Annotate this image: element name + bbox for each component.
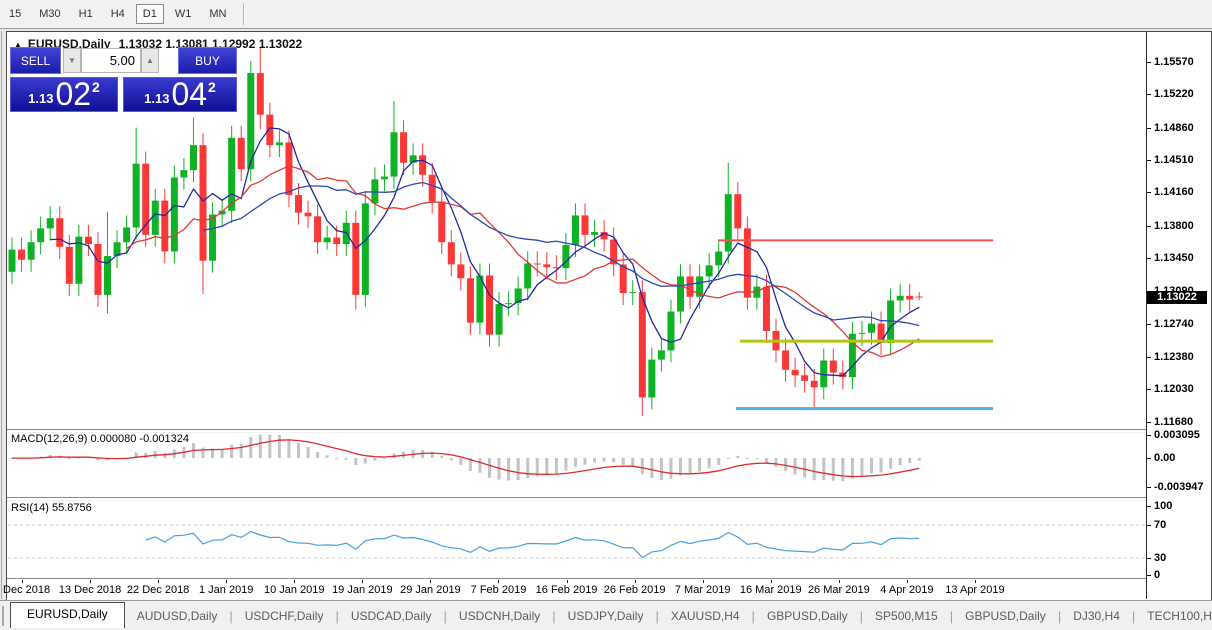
time-axis-tick	[838, 580, 840, 583]
current-price-badge: 1.13022	[1147, 290, 1207, 304]
price-axis-tick	[1147, 192, 1151, 194]
mt4-workspace: 15 M30 H1 H4 D1 W1 MN ▲ EURUSD,Daily 1.13032 1…	[0, 0, 1212, 630]
time-axis-tick	[770, 580, 772, 583]
price-axis-tick	[1147, 323, 1151, 325]
price-axis-label: 1.15570	[1154, 56, 1194, 68]
time-axis-tick	[158, 580, 160, 583]
pane-separator[interactable]	[7, 497, 1210, 501]
time-axis[interactable]: 4 Dec 201813 Dec 201822 Dec 20181 Jan 20…	[0, 580, 1146, 599]
sell-button[interactable]: SELL	[10, 47, 61, 74]
timeframe-button-m30[interactable]: M30	[32, 4, 67, 24]
toolbar-separator	[243, 3, 246, 25]
time-axis-tick	[702, 580, 704, 583]
timeframe-button-w1[interactable]: W1	[168, 4, 199, 24]
chart-tab-sp500-m15[interactable]: SP500,M15	[863, 605, 950, 627]
rsi-axis-label: 100	[1154, 500, 1173, 512]
tab-scroll-gripper[interactable]	[2, 606, 4, 626]
volume-input[interactable]	[81, 48, 141, 73]
sell-price-pips: 02	[55, 76, 92, 112]
price-axis-label: 1.13450	[1154, 251, 1194, 264]
buy-price-box[interactable]: 1.13 04 2	[123, 77, 237, 112]
timeframe-button-15[interactable]: 15	[2, 4, 28, 24]
volume-decrease-button[interactable]: ▼	[63, 48, 81, 73]
macd-axis-label: 0.00	[1154, 452, 1176, 464]
buy-price-pips: 04	[171, 76, 208, 112]
chart-tab-usdjpy-daily[interactable]: USDJPY,Daily	[556, 605, 656, 627]
rsi-axis-tick	[1147, 575, 1151, 576]
sell-price-prefix: 1.13	[28, 91, 54, 106]
time-axis-tick	[634, 580, 636, 583]
time-axis-tick	[294, 580, 296, 583]
timeframe-button-h1[interactable]: H1	[72, 4, 100, 24]
sell-price-box[interactable]: 1.13 02 2	[10, 77, 118, 112]
time-axis-tick	[362, 580, 364, 583]
time-axis-tick	[226, 580, 228, 583]
rsi-axis-tick	[1147, 558, 1151, 559]
macd-indicator-label: MACD(12,26,9) 0.000080 -0.001324	[11, 433, 189, 445]
buy-button[interactable]: BUY	[178, 47, 237, 74]
macd-axis-tick	[1147, 487, 1151, 489]
price-axis-tick	[1147, 421, 1151, 423]
rsi-axis-label: 30	[1154, 552, 1167, 564]
price-axis[interactable]: 1.15570 1.15220 1.14860 1.14510 1.14160 1.138…	[1147, 32, 1211, 599]
buy-price-prefix: 1.13	[144, 91, 170, 106]
price-axis-label: 1.12740	[1154, 317, 1194, 330]
price-axis-label: 1.11680	[1154, 415, 1194, 428]
rsi-indicator-label: RSI(14) 55.8756	[11, 502, 92, 514]
time-axis-tick	[498, 580, 500, 583]
chart-tab-usdcad-daily[interactable]: USDCAD,Daily	[339, 605, 444, 627]
price-axis-tick	[1147, 127, 1151, 129]
time-axis-tick	[974, 580, 976, 583]
rsi-axis-label: 0	[1154, 569, 1161, 581]
rsi-pane[interactable]	[7, 499, 1146, 578]
volume-increase-button[interactable]: ▲	[141, 48, 159, 73]
time-axis-label: 13 Apr 2019	[945, 584, 1005, 596]
price-axis-label: 1.15220	[1154, 88, 1194, 101]
chart-tab-dj30-h4[interactable]: DJ30,H4	[1061, 605, 1132, 627]
chart-tab-tech100-h1[interactable]: TECH100,H1	[1135, 605, 1212, 627]
time-axis-tick	[906, 580, 908, 583]
sell-price-point: 2	[92, 79, 100, 95]
buy-price-point: 2	[208, 79, 216, 95]
price-axis-label: 1.12030	[1154, 383, 1194, 396]
price-axis-tick	[1147, 62, 1151, 63]
chart-tab-gbpusd-daily[interactable]: GBPUSD,Daily	[755, 605, 860, 627]
price-axis-tick	[1147, 257, 1151, 259]
macd-axis-tick	[1147, 458, 1151, 459]
price-axis-label: 1.14160	[1154, 186, 1194, 199]
macd-axis-label: -0.003947	[1154, 481, 1204, 494]
one-click-trade-panel: SELL ▼ ▲ BUY 1.13 02 2 1.13 04 2	[10, 47, 237, 112]
price-axis-tick	[1147, 356, 1151, 358]
macd-axis-label: 0.003095	[1154, 429, 1200, 442]
price-axis-label: 1.14860	[1154, 121, 1194, 134]
chart-tab-audusd-daily[interactable]: AUDUSD,Daily	[125, 605, 230, 627]
price-axis-tick	[1147, 94, 1151, 96]
time-axis-tick	[90, 580, 92, 583]
time-axis-tick	[430, 580, 432, 583]
chart-tab-xauusd-h4[interactable]: XAUUSD,H4	[659, 605, 752, 627]
time-axis-tick	[566, 580, 568, 583]
rsi-axis-tick	[1147, 525, 1151, 526]
time-axis-tick	[22, 580, 23, 583]
timeframe-toolbar: 15 M30 H1 H4 D1 W1 MN	[0, 0, 1212, 29]
price-axis-label: 1.12380	[1154, 350, 1194, 363]
price-axis-label: 1.14510	[1154, 153, 1194, 166]
rsi-axis-tick	[1147, 506, 1151, 507]
price-axis-tick	[1147, 225, 1151, 227]
price-axis-tick	[1147, 159, 1151, 161]
rsi-axis-label: 70	[1154, 519, 1167, 531]
chart-tab-usdchf-daily[interactable]: USDCHF,Daily	[233, 605, 336, 627]
chart-tab-eurusd-daily[interactable]: EURUSD,Daily	[10, 602, 125, 628]
chart-tab-usdcnh-daily[interactable]: USDCNH,Daily	[447, 605, 552, 627]
timeframe-button-h4[interactable]: H4	[104, 4, 132, 24]
window-left-edge	[1, 31, 2, 599]
timeframe-button-mn[interactable]: MN	[202, 4, 233, 24]
macd-axis-tick	[1147, 435, 1151, 437]
timeframe-button-d1[interactable]: D1	[135, 4, 164, 24]
price-axis-tick	[1147, 389, 1151, 391]
chart-tab-gbpusd-daily[interactable]: GBPUSD,Daily	[953, 605, 1058, 627]
price-axis-label: 1.13800	[1154, 219, 1194, 232]
chart-tab-bar: EURUSD,Daily AUDUSD,Daily | USDCHF,Daily | US…	[0, 600, 1212, 630]
